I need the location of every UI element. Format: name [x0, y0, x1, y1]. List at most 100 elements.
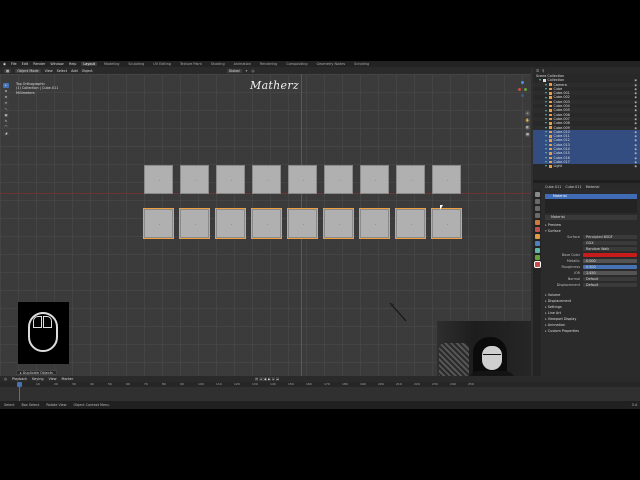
tab-compositing[interactable]: Compositing	[284, 62, 309, 66]
plane-object[interactable]	[396, 165, 425, 194]
property-value[interactable]: 0.500	[583, 265, 637, 270]
editor-type-icon[interactable]: ▦	[4, 68, 12, 73]
plane-object[interactable]	[287, 208, 318, 239]
last-operator-panel[interactable]: ▸ Duplicate Objects	[16, 370, 57, 375]
menu-window[interactable]: Window	[50, 62, 63, 66]
property-value[interactable]: GGX	[583, 241, 637, 246]
tab-sculpting[interactable]: Sculpting	[126, 62, 146, 66]
panel-section-header[interactable]: Viewport Display	[545, 317, 577, 322]
outliner-row[interactable]: Light ◉	[533, 164, 640, 168]
plane-object[interactable]	[324, 165, 353, 194]
property-value[interactable]: 0.000	[583, 259, 637, 264]
property-value[interactable]: Principled BSDF	[583, 235, 637, 240]
render-tab-icon[interactable]	[534, 199, 540, 204]
plane-object[interactable]	[180, 165, 209, 194]
expand-icon[interactable]	[545, 109, 547, 112]
tab-uv-editing[interactable]: UV Editing	[151, 62, 173, 66]
material-slot-list[interactable]	[545, 199, 637, 213]
expand-icon[interactable]	[545, 135, 547, 138]
panel-section-header[interactable]: Settings	[545, 305, 562, 310]
y-axis-dot-icon[interactable]	[524, 88, 527, 91]
transform-orientation-dropdown[interactable]: Global	[226, 68, 242, 73]
panel-section-header[interactable]: Custom Properties	[545, 329, 579, 334]
move-tool-icon[interactable]: ✥	[3, 95, 9, 100]
plane-object[interactable]	[215, 208, 246, 239]
play-icon[interactable]: ▶	[267, 376, 271, 381]
plane-object[interactable]	[144, 165, 173, 194]
menu-keying[interactable]: Keying	[32, 377, 43, 381]
expand-icon[interactable]	[545, 105, 547, 108]
property-value[interactable]: 1.450	[583, 271, 637, 276]
expand-icon[interactable]	[545, 113, 547, 116]
ortho-toggle-icon[interactable]: ▦	[525, 132, 530, 137]
plane-object[interactable]	[288, 165, 317, 194]
blender-logo-icon[interactable]: ◉	[3, 62, 6, 66]
expand-icon[interactable]	[545, 83, 547, 86]
expand-icon[interactable]	[545, 96, 547, 99]
property-value[interactable]: Default	[583, 277, 637, 282]
z-axis-dot-icon[interactable]	[521, 81, 524, 84]
menu-add[interactable]: Add	[71, 69, 78, 73]
proportional-edit-icon[interactable]: ◎	[251, 69, 254, 73]
light-object-icon[interactable]	[388, 301, 408, 323]
mesh-data-tab-icon[interactable]	[534, 255, 540, 260]
property-value[interactable]: Random Walk	[583, 247, 637, 252]
pan-icon[interactable]: ✋	[525, 118, 530, 123]
neg-z-axis-dot-icon[interactable]	[521, 94, 524, 97]
expand-icon[interactable]	[545, 152, 547, 155]
expand-icon[interactable]	[545, 165, 547, 168]
output-tab-icon[interactable]	[534, 206, 540, 211]
outliner-filter-icon[interactable]: ⚲	[542, 69, 544, 73]
panel-section-header[interactable]: Animation	[545, 323, 565, 328]
plane-object[interactable]	[179, 208, 210, 239]
modifier-tab-icon[interactable]	[534, 241, 540, 246]
material-tab-icon[interactable]	[533, 261, 541, 268]
tab-modeling[interactable]: Modeling	[102, 62, 121, 66]
visibility-eye-icon[interactable]: ◉	[634, 164, 637, 168]
expand-icon[interactable]	[539, 79, 541, 82]
expand-icon[interactable]	[545, 88, 547, 91]
scene-tab-icon[interactable]	[534, 220, 540, 225]
panel-section-header[interactable]: Preview	[545, 223, 561, 228]
menu-playback[interactable]: Playback	[12, 377, 27, 381]
select-tool-icon[interactable]: ▸	[3, 83, 9, 88]
expand-icon[interactable]	[545, 139, 547, 142]
menu-view-timeline[interactable]: View	[49, 377, 57, 381]
property-value[interactable]	[583, 253, 637, 258]
plane-object[interactable]	[431, 208, 462, 239]
expand-icon[interactable]	[545, 122, 547, 125]
menu-object[interactable]: Object	[82, 69, 93, 73]
tab-rendering[interactable]: Rendering	[258, 62, 279, 66]
plane-object[interactable]	[360, 165, 389, 194]
x-axis-dot-icon[interactable]	[518, 88, 521, 91]
annotate-tool-icon[interactable]: ✎	[3, 119, 9, 124]
property-value[interactable]: Default	[583, 283, 637, 288]
outliner-editor-icon[interactable]: ☰	[536, 69, 539, 73]
timeline-editor-icon[interactable]: ◷	[4, 377, 7, 381]
tool-tab-icon[interactable]	[534, 192, 540, 197]
expand-icon[interactable]	[545, 131, 547, 133]
rotate-tool-icon[interactable]: ⟳	[3, 101, 9, 106]
expand-icon[interactable]	[545, 118, 547, 121]
plane-object[interactable]	[216, 165, 245, 194]
mode-dropdown[interactable]: Object Mode	[15, 68, 41, 73]
menu-edit[interactable]: Edit	[22, 62, 29, 66]
menu-marker[interactable]: Marker	[62, 377, 74, 381]
menu-file[interactable]: File	[11, 62, 17, 66]
plane-object[interactable]	[251, 208, 282, 239]
transform-tool-icon[interactable]: ▦	[3, 113, 9, 118]
plane-object[interactable]	[395, 208, 426, 239]
cursor-tool-icon[interactable]: ⊕	[3, 89, 9, 94]
plane-object[interactable]	[432, 165, 461, 194]
next-key-icon[interactable]: ▸	[271, 376, 276, 381]
menu-help[interactable]: Help	[69, 62, 77, 66]
expand-icon[interactable]	[545, 161, 547, 164]
measure-tool-icon[interactable]: ⌒	[3, 125, 9, 130]
physics-tab-icon[interactable]	[534, 248, 540, 253]
tab-geometry-nodes[interactable]: Geometry Nodes	[315, 62, 348, 66]
panel-section-header[interactable]: Surface	[545, 229, 561, 234]
jump-start-icon[interactable]: ⏮	[255, 376, 259, 381]
jump-end-icon[interactable]: ⏭	[275, 376, 280, 381]
plane-object[interactable]	[359, 208, 390, 239]
play-reverse-icon[interactable]: ◀	[263, 376, 267, 381]
